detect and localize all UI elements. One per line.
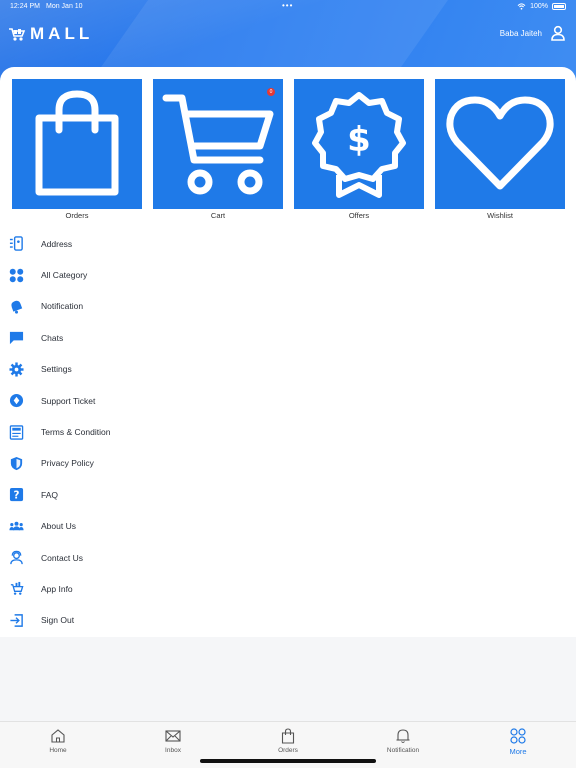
tab-inbox[interactable]: Inbox [143, 727, 203, 754]
tile-wishlist-box[interactable] [435, 79, 565, 209]
multitask-dots-icon[interactable]: ••• [282, 1, 293, 10]
sign-out-icon [8, 612, 24, 628]
tile-orders-box[interactable] [12, 79, 142, 209]
orders-bag-icon [281, 727, 295, 745]
cart-count-badge: 0 [267, 88, 275, 96]
terms-icon [8, 424, 24, 440]
tile-orders[interactable]: Orders [12, 79, 142, 220]
menu-item-label: Chats [41, 332, 64, 343]
menu-item-about-us[interactable]: About Us [0, 511, 576, 542]
tile-orders-label: Orders [65, 211, 89, 220]
logo-text: MALL [30, 24, 94, 43]
chat-icon [8, 330, 24, 346]
inbox-icon [165, 727, 181, 745]
tab-home[interactable]: Home [28, 727, 88, 754]
menu-item-settings[interactable]: Settings [0, 354, 576, 385]
battery-icon [552, 3, 566, 10]
menu-item-label: Terms & Condition [41, 427, 111, 438]
user-avatar-icon[interactable] [550, 25, 566, 41]
status-date: Mon Jan 10 [46, 3, 83, 10]
menu-item-label: Address [41, 238, 73, 249]
menu-item-privacy-policy[interactable]: Privacy Policy [0, 448, 576, 479]
status-time: 12:24 PM [10, 3, 40, 10]
content-card: Orders 0 Cart $ Offers Wishlist Address … [0, 67, 576, 637]
menu-item-notification[interactable]: Notification [0, 291, 576, 322]
cart-icon [162, 94, 274, 195]
menu-item-contact-us[interactable]: Contact Us [0, 542, 576, 573]
bell-icon [396, 727, 410, 745]
support-ticket-icon [8, 393, 24, 409]
tile-offers-label: Offers [348, 211, 370, 220]
app-logo: MALL [8, 24, 93, 44]
tile-cart-label: Cart [210, 211, 226, 220]
menu-item-label: Sign Out [41, 615, 75, 626]
contact-icon [8, 550, 24, 566]
more-grid-icon [510, 727, 526, 745]
menu-item-label: Privacy Policy [41, 458, 94, 469]
offer-badge-icon: $ [312, 92, 406, 198]
category-grid-icon [8, 267, 24, 283]
menu-item-terms[interactable]: Terms & Condition [0, 416, 576, 447]
tile-wishlist-label: Wishlist [487, 211, 513, 220]
menu-item-label: Contact Us [41, 552, 84, 563]
tab-notification[interactable]: Notification [373, 727, 433, 754]
tab-orders[interactable]: Orders [258, 727, 318, 754]
menu-item-label: All Category [41, 270, 88, 281]
shield-icon [8, 455, 24, 471]
tab-inbox-label: Inbox [165, 747, 181, 754]
menu-item-label: App Info [41, 583, 73, 594]
app-info-icon [8, 581, 24, 597]
menu-list: Address All Category Notification Chats … [0, 228, 576, 636]
tile-cart[interactable]: 0 Cart [153, 79, 283, 220]
bell-icon [8, 298, 24, 314]
menu-item-address[interactable]: Address [0, 228, 576, 259]
user-name: Baba Jaiteh [499, 28, 542, 38]
gear-icon [8, 361, 24, 377]
status-bar: 12:24 PM Mon Jan 10 ••• 100% [0, 1, 576, 13]
menu-item-label: About Us [41, 521, 76, 532]
wifi-icon [517, 3, 526, 10]
tile-cart-box[interactable]: 0 [153, 79, 283, 209]
heart-icon [446, 96, 554, 190]
menu-item-all-category[interactable]: All Category [0, 259, 576, 290]
tab-orders-label: Orders [278, 747, 298, 754]
tile-offers[interactable]: $ Offers [294, 79, 424, 220]
shopping-bag-icon [35, 90, 119, 196]
svg-text:$: $ [347, 120, 371, 160]
menu-item-sign-out[interactable]: Sign Out [0, 605, 576, 636]
cart-logo-icon [9, 28, 26, 41]
menu-item-label: Settings [41, 364, 72, 375]
menu-item-label: Support Ticket [41, 395, 96, 406]
tab-more[interactable]: More [488, 727, 548, 756]
menu-item-faq[interactable]: ? FAQ [0, 479, 576, 510]
address-icon [8, 236, 24, 252]
svg-text:?: ? [13, 490, 19, 502]
battery-percent: 100% [530, 3, 548, 10]
menu-item-app-info[interactable]: App Info [0, 573, 576, 604]
menu-item-label: Notification [41, 301, 84, 312]
group-icon [8, 518, 24, 534]
home-icon [50, 727, 66, 745]
tab-more-label: More [509, 747, 527, 756]
menu-item-support-ticket[interactable]: Support Ticket [0, 385, 576, 416]
tab-home-label: Home [49, 747, 67, 754]
home-indicator[interactable] [200, 759, 376, 763]
menu-item-label: FAQ [41, 489, 59, 500]
menu-item-chats[interactable]: Chats [0, 322, 576, 353]
status-right: 100% [517, 3, 566, 10]
tab-notification-label: Notification [386, 747, 420, 754]
quick-tiles: Orders 0 Cart $ Offers Wishlist [12, 79, 565, 220]
tile-offers-box[interactable]: $ [294, 79, 424, 209]
tile-wishlist[interactable]: Wishlist [435, 79, 565, 220]
user-profile[interactable]: Baba Jaiteh [500, 25, 566, 41]
question-icon: ? [8, 487, 24, 503]
